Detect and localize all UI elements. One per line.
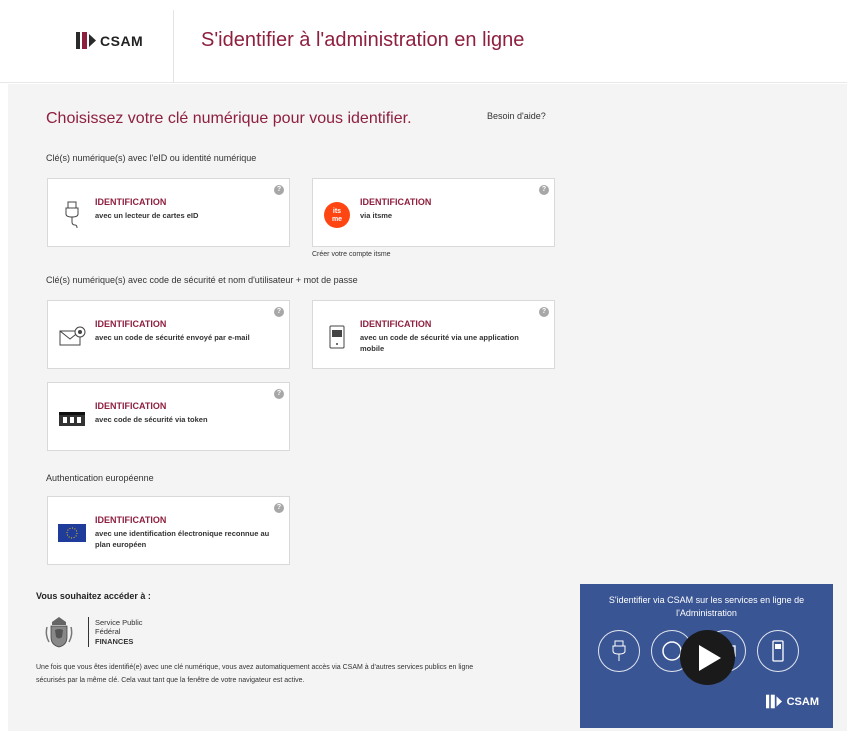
create-itsme-link[interactable]: Créer votre compte itsme: [312, 251, 391, 258]
card-description: avec une identification électronique rec…: [95, 529, 270, 550]
csam-logo-icon: [76, 32, 96, 49]
svg-text:me: me: [332, 216, 342, 223]
finances-line2: Fédéral: [95, 627, 121, 637]
mobile-outline-icon: [757, 630, 799, 672]
itsme-card-button[interactable]: its me IDENTIFICATION via itsme ?: [312, 178, 555, 247]
card-description: avec un code de sécurité via une applica…: [360, 333, 519, 354]
csam-video-player[interactable]: S'identifier via CSAM sur les services e…: [580, 584, 833, 728]
help-icon[interactable]: ?: [274, 307, 284, 317]
eu-identification-card-button[interactable]: IDENTIFICATION avec une identification é…: [47, 496, 290, 565]
video-logo-text: CSAM: [786, 695, 819, 708]
card-reader-icon: [58, 201, 86, 229]
video-title: S'identifier via CSAM sur les services e…: [608, 595, 805, 618]
help-icon[interactable]: ?: [539, 185, 549, 195]
card-title: IDENTIFICATION: [95, 319, 167, 329]
page-title: S'identifier à l'administration en ligne: [201, 29, 525, 51]
help-icon[interactable]: ?: [539, 307, 549, 317]
help-icon[interactable]: ?: [274, 389, 284, 399]
belgian-crest-icon: [45, 617, 73, 648]
itsme-logo-icon: its me: [323, 201, 351, 229]
csam-logo-icon: [765, 694, 782, 709]
finances-line3: FINANCES: [95, 636, 134, 646]
section-eid-label: Clé(s) numérique(s) avec l'eID ou identi…: [46, 153, 257, 163]
email-code-card-button[interactable]: IDENTIFICATION avec un code de sécurité …: [47, 300, 290, 369]
section-code-label: Clé(s) numérique(s) avec code de sécurit…: [46, 275, 358, 285]
card-title: IDENTIFICATION: [95, 401, 167, 411]
help-icon[interactable]: ?: [274, 503, 284, 513]
header-divider: [173, 10, 174, 83]
token-icon: [58, 405, 86, 433]
finances-separator: [88, 617, 89, 647]
mobile-app-card-button[interactable]: IDENTIFICATION avec un code de sécurité …: [312, 300, 555, 369]
mobile-app-icon: [323, 323, 351, 351]
card-reader-icon: [598, 630, 640, 672]
help-icon[interactable]: ?: [274, 185, 284, 195]
access-heading: Vous souhaitez accéder à :: [36, 591, 151, 601]
card-description: avec code de sécurité via token: [95, 415, 208, 424]
choose-key-heading: Choisissez votre clé numérique pour vous…: [46, 110, 412, 127]
finances-line1: Service Public: [95, 617, 143, 627]
play-icon: [699, 644, 721, 671]
eu-flag-icon: [58, 519, 86, 547]
card-title: IDENTIFICATION: [360, 319, 432, 329]
csam-logo[interactable]: CSAM: [76, 32, 143, 49]
section-eu-label: Authentication européenne: [46, 473, 154, 483]
access-info-text: Une fois que vous êtes identifié(e) avec…: [36, 664, 474, 685]
svg-text:its: its: [333, 208, 341, 215]
video-csam-logo: CSAM: [764, 693, 819, 710]
play-button[interactable]: [680, 630, 735, 685]
card-description: avec un lecteur de cartes eID: [95, 211, 199, 220]
eid-card-button[interactable]: IDENTIFICATION avec un lecteur de cartes…: [47, 178, 290, 247]
token-card-button[interactable]: IDENTIFICATION avec code de sécurité via…: [47, 382, 290, 451]
page-header: CSAM S'identifier à l'administration en …: [0, 0, 847, 83]
finances-logo-link[interactable]: Service Public Fédéral FINANCES: [44, 615, 143, 649]
card-title: IDENTIFICATION: [95, 197, 167, 207]
csam-logo-text: CSAM: [100, 32, 144, 49]
email-icon: [58, 323, 86, 351]
card-title: IDENTIFICATION: [95, 515, 167, 525]
finances-text: Service Public Fédéral FINANCES: [95, 618, 143, 646]
card-description: via itsme: [360, 211, 393, 220]
card-title: IDENTIFICATION: [360, 197, 432, 207]
help-link[interactable]: Besoin d'aide?: [487, 111, 546, 121]
card-description: avec un code de sécurité envoyé par e-ma…: [95, 333, 250, 342]
